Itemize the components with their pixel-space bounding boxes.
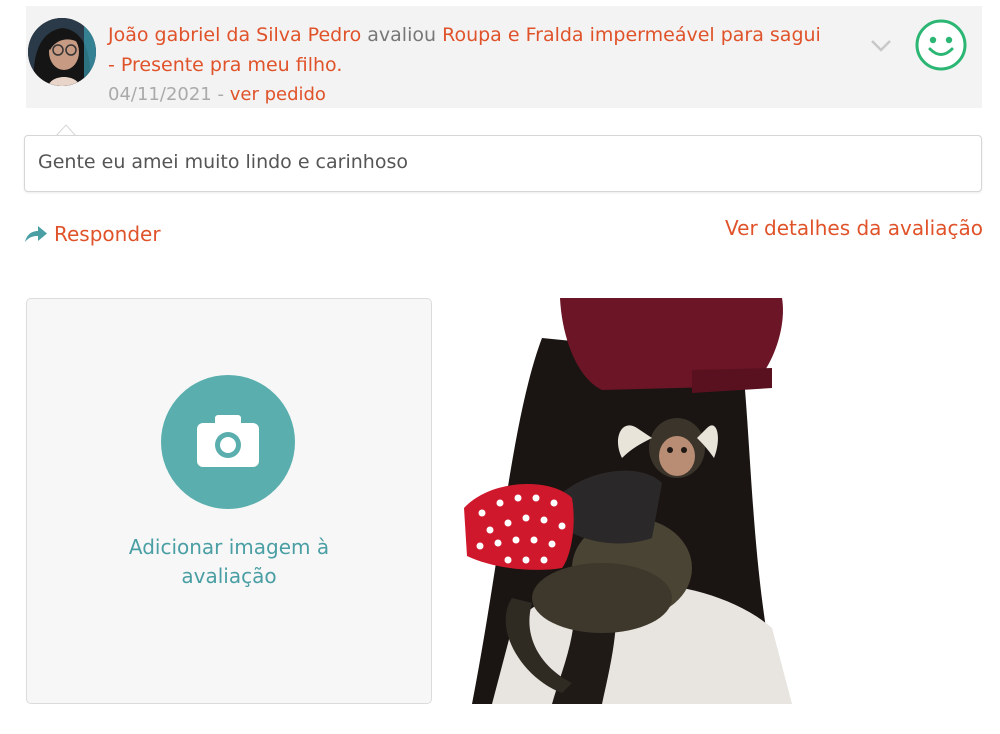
review-summary: João gabriel da Silva Pedro avaliou Roup… <box>108 20 828 110</box>
view-review-details-link[interactable]: Ver detalhes da avaliação <box>705 216 983 240</box>
meta-separator: - <box>217 84 224 105</box>
chevron-down-icon[interactable] <box>868 32 894 58</box>
reply-button[interactable]: Responder <box>24 220 161 248</box>
review-comment-text: Gente eu amei muito lindo e carinhoso <box>38 151 408 173</box>
review-photo-thumbnail[interactable] <box>452 298 830 704</box>
camera-circle <box>161 375 295 509</box>
reply-arrow-icon <box>25 226 47 242</box>
review-header: João gabriel da Silva Pedro avaliou Roup… <box>26 6 982 108</box>
camera-icon <box>197 415 259 467</box>
view-order-link[interactable]: ver pedido <box>230 84 326 105</box>
review-date: 04/11/2021 <box>108 84 212 105</box>
happy-face-icon <box>914 18 968 72</box>
add-image-label: Adicionar imagem à avaliação <box>128 535 330 588</box>
reviewer-avatar[interactable] <box>28 18 96 86</box>
reply-label: Responder <box>54 222 161 246</box>
add-image-button[interactable]: Adicionar imagem à avaliação <box>26 298 432 704</box>
review-meta-line: 04/11/2021 - ver pedido <box>108 80 828 110</box>
review-action-text: avaliou <box>367 24 437 46</box>
review-comment-box: Gente eu amei muito lindo e carinhoso <box>24 135 982 192</box>
reviewer-name-link[interactable]: João gabriel da Silva Pedro <box>108 24 361 46</box>
review-title-line: João gabriel da Silva Pedro avaliou Roup… <box>108 20 828 80</box>
